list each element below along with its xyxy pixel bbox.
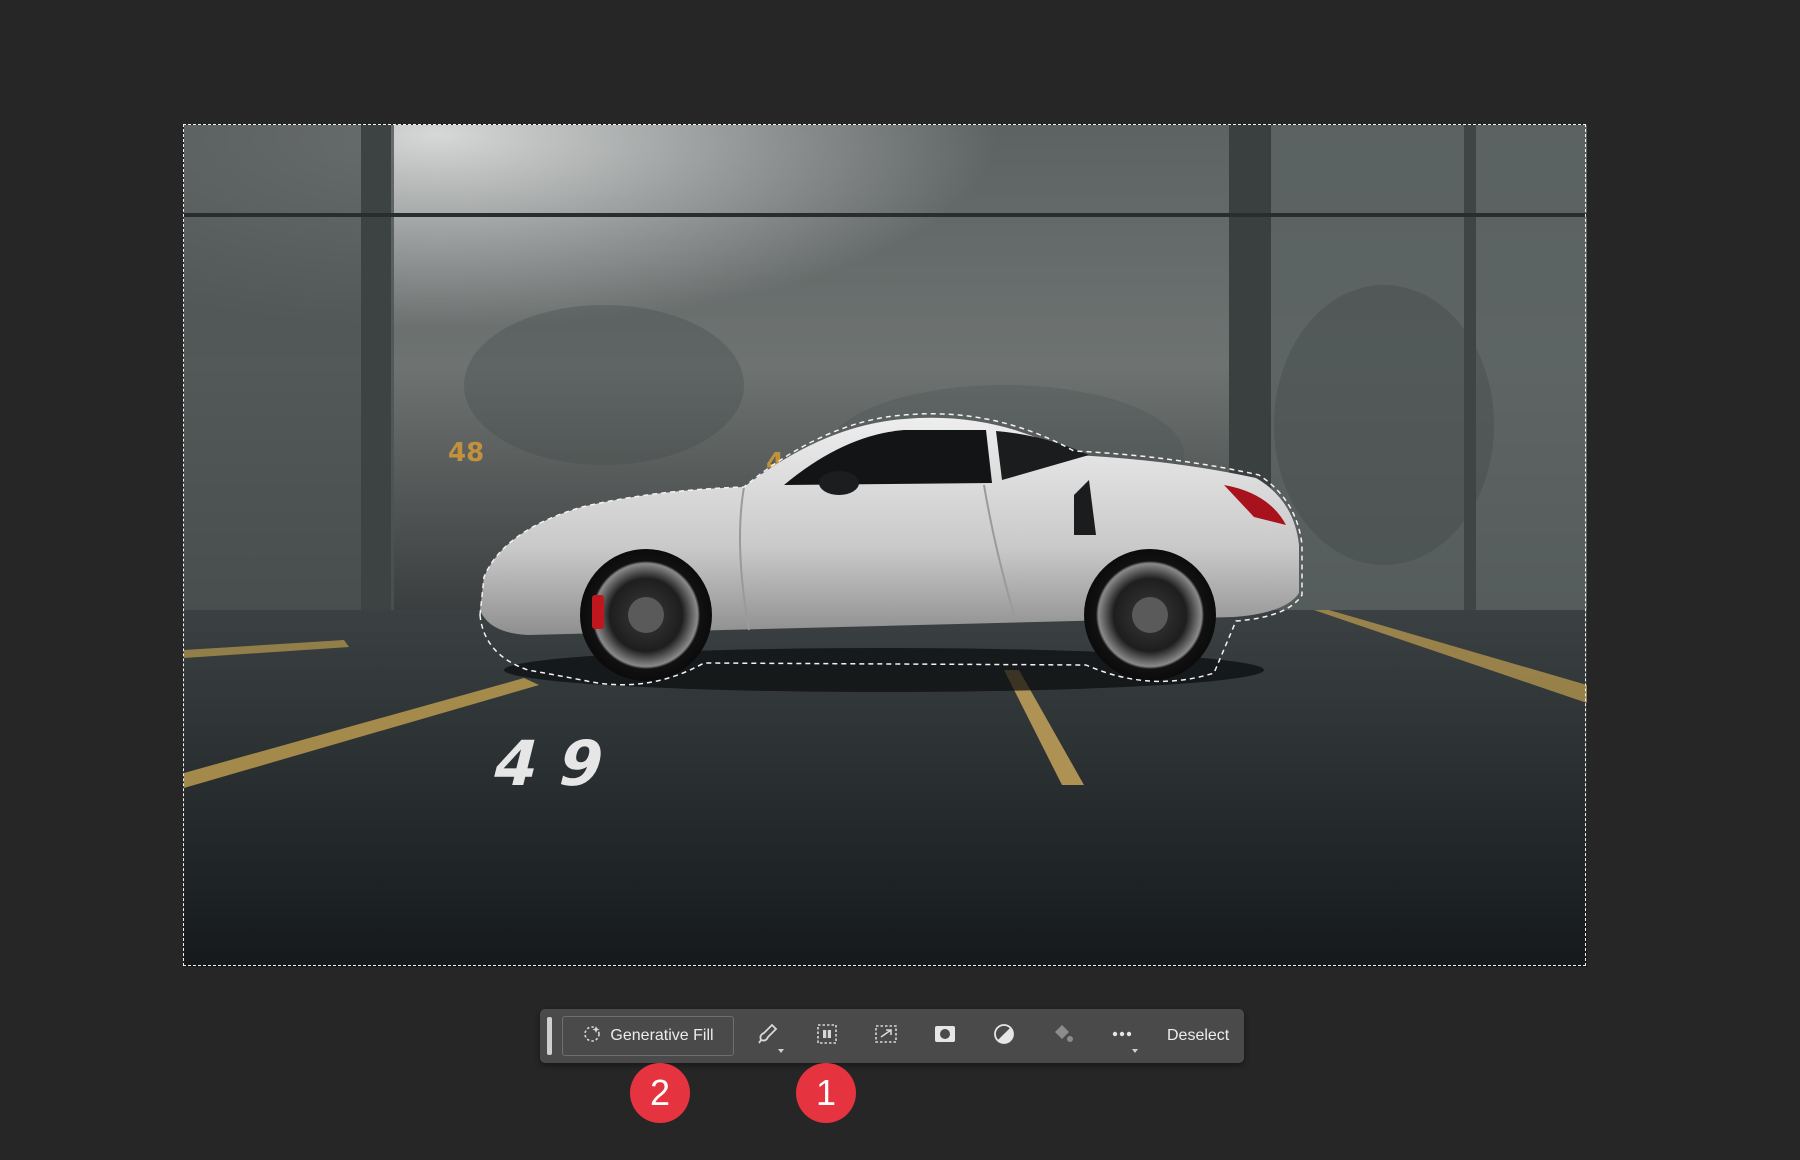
generative-fill-button[interactable]: Generative Fill: [562, 1016, 734, 1056]
fill-button[interactable]: [1038, 1016, 1088, 1056]
modify-selection-icon: [755, 1021, 781, 1052]
wall-number-48: 48: [448, 438, 484, 468]
generative-fill-label: Generative Fill: [610, 1027, 714, 1044]
canvas-area[interactable]: 48 4 9 49: [0, 0, 1800, 1160]
mask-button[interactable]: [920, 1016, 970, 1056]
step-badge-1: 1: [796, 1063, 856, 1123]
floor-number-49: 49: [486, 728, 634, 800]
mask-icon: [932, 1021, 958, 1052]
more-icon: [1109, 1021, 1135, 1052]
generative-fill-icon: [582, 1024, 602, 1049]
more-options-button[interactable]: [1097, 1016, 1147, 1056]
fill-icon: [1050, 1021, 1076, 1052]
modify-selection-button[interactable]: [743, 1016, 793, 1056]
car-photo[interactable]: 48 4 9 49: [184, 125, 1587, 967]
invert-selection-button[interactable]: [802, 1016, 852, 1056]
invert-selection-icon: [814, 1021, 840, 1052]
taskbar-grip-handle[interactable]: [547, 1017, 552, 1055]
transform-selection-icon: [873, 1021, 899, 1052]
adjustment-icon: [991, 1021, 1017, 1052]
contextual-task-bar: Generative Fill Deselect: [540, 1009, 1244, 1063]
deselect-button[interactable]: Deselect: [1157, 1016, 1239, 1056]
transform-selection-button[interactable]: [861, 1016, 911, 1056]
step-badge-2: 2: [630, 1063, 690, 1123]
adjustment-button[interactable]: [979, 1016, 1029, 1056]
